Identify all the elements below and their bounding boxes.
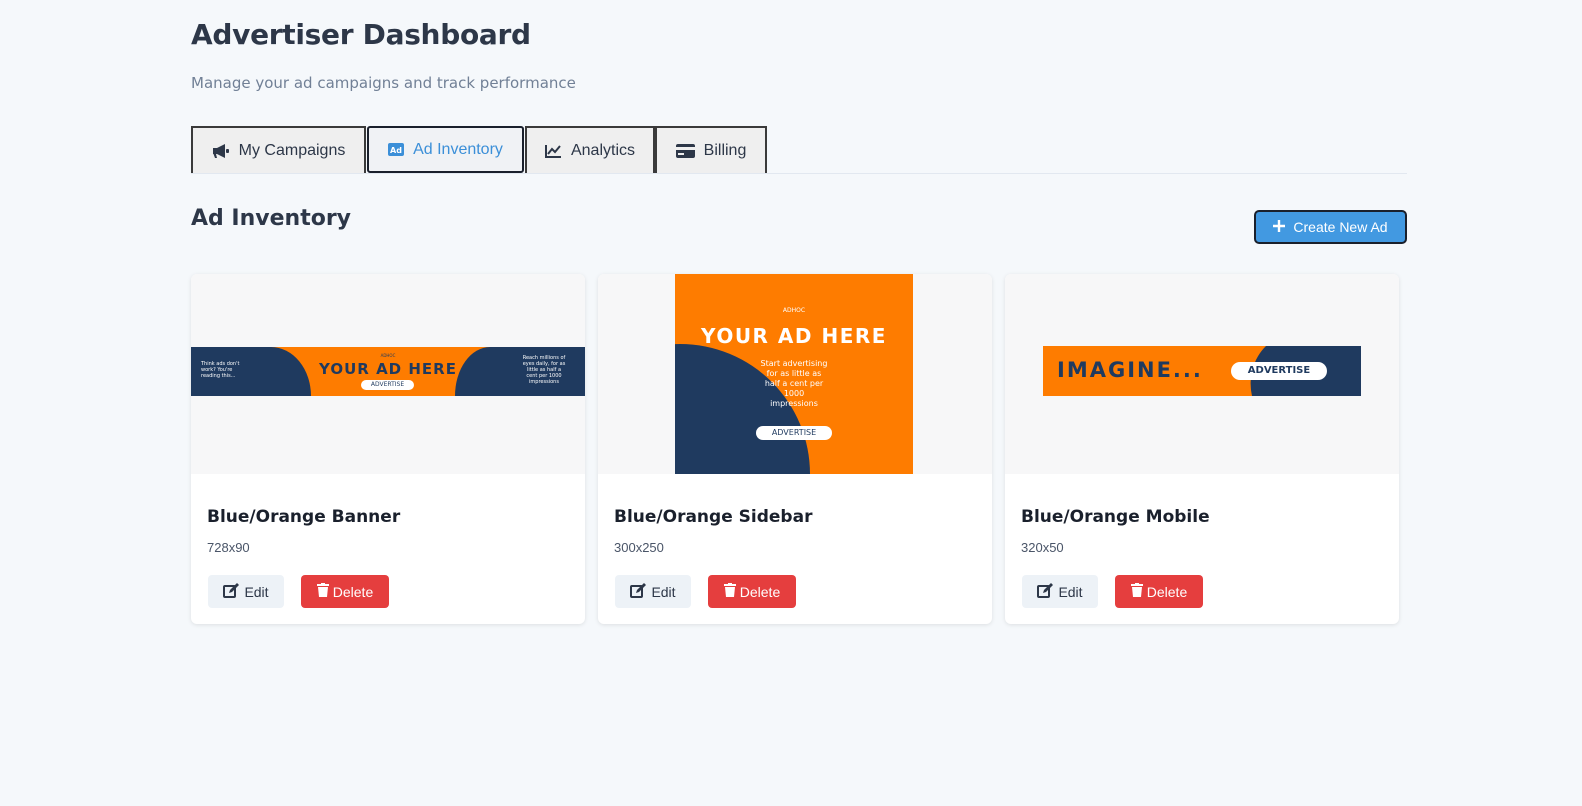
edit-label: Edit	[651, 583, 676, 600]
edit-button[interactable]: Edit	[1022, 575, 1098, 608]
edit-label: Edit	[244, 583, 269, 600]
sidebar-cta: ADVERTISE	[756, 426, 832, 440]
tab-label: Analytics	[570, 141, 636, 159]
ad-preview: IMAGINE... ADVERTISE	[1005, 274, 1399, 474]
credit-card-icon	[675, 143, 695, 158]
banner-creative: Think ads don't work? You're reading thi…	[191, 347, 585, 396]
tab-label: Billing	[703, 141, 747, 159]
megaphone-icon	[212, 143, 230, 159]
trash-icon	[316, 583, 329, 600]
tab-my-campaigns[interactable]: My Campaigns	[191, 126, 366, 173]
section-title: Ad Inventory	[191, 206, 352, 231]
trash-icon	[723, 583, 736, 600]
sidebar-body: Start advertising for as little as half …	[760, 359, 828, 408]
mobile-cta: ADVERTISE	[1231, 362, 1327, 380]
edit-button[interactable]: Edit	[208, 575, 284, 608]
ad-icon: Ad	[388, 143, 405, 156]
tab-label: Ad Inventory	[413, 140, 503, 158]
edit-button[interactable]: Edit	[615, 575, 691, 608]
edit-label: Edit	[1058, 583, 1083, 600]
ad-name: Blue/Orange Sidebar	[614, 507, 813, 527]
ad-size: 320x50	[1021, 540, 1064, 555]
banner-cta: ADVERTISE	[361, 380, 414, 390]
ad-preview: Think ads don't work? You're reading thi…	[191, 274, 585, 474]
plus-icon	[1273, 219, 1286, 235]
page-title: Advertiser Dashboard	[191, 18, 531, 51]
tab-bar: My Campaigns Ad Ad Inventory Analytics B…	[191, 126, 1407, 174]
create-new-ad-label: Create New Ad	[1293, 219, 1388, 235]
edit-icon	[223, 582, 240, 601]
banner-brand: ADHOC	[380, 353, 396, 358]
tab-label: My Campaigns	[238, 141, 346, 159]
ad-name: Blue/Orange Mobile	[1021, 507, 1210, 527]
trash-icon	[1130, 583, 1143, 600]
ad-card-mobile: IMAGINE... ADVERTISE Blue/Orange Mobile …	[1005, 274, 1399, 624]
ad-size: 300x250	[614, 540, 664, 555]
ad-card-sidebar: ADHOC YOUR AD HERE Start advertising for…	[598, 274, 992, 624]
ad-card-banner: Think ads don't work? You're reading thi…	[191, 274, 585, 624]
svg-text:Ad: Ad	[390, 146, 402, 155]
edit-icon	[1037, 582, 1054, 601]
page-subtitle: Manage your ad campaigns and track perfo…	[191, 74, 576, 92]
ad-size: 728x90	[207, 540, 250, 555]
delete-button[interactable]: Delete	[301, 575, 389, 608]
sidebar-brand: ADHOC	[782, 307, 806, 314]
mobile-creative: IMAGINE... ADVERTISE	[1043, 346, 1361, 396]
tab-billing[interactable]: Billing	[655, 126, 767, 173]
mobile-headline: IMAGINE...	[1057, 358, 1203, 382]
delete-label: Delete	[332, 583, 374, 600]
sidebar-creative: ADHOC YOUR AD HERE Start advertising for…	[675, 274, 913, 474]
ad-name: Blue/Orange Banner	[207, 507, 401, 527]
create-new-ad-button[interactable]: Create New Ad	[1254, 210, 1407, 244]
chart-line-icon	[544, 144, 562, 158]
edit-icon	[630, 582, 647, 601]
ad-preview: ADHOC YOUR AD HERE Start advertising for…	[598, 274, 992, 474]
delete-button[interactable]: Delete	[1115, 575, 1203, 608]
delete-label: Delete	[1146, 583, 1188, 600]
delete-button[interactable]: Delete	[708, 575, 796, 608]
banner-headline: YOUR AD HERE	[319, 360, 457, 378]
tab-analytics[interactable]: Analytics	[525, 126, 655, 173]
tab-ad-inventory[interactable]: Ad Ad Inventory	[367, 126, 524, 173]
sidebar-headline: YOUR AD HERE	[701, 324, 887, 348]
delete-label: Delete	[739, 583, 781, 600]
